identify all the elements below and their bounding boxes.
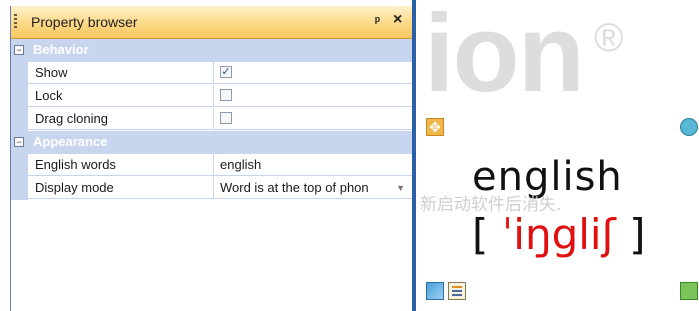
phonetic-open-bracket: [: [472, 210, 489, 259]
registered-mark: ®: [594, 16, 624, 60]
move-icon[interactable]: ✥: [426, 118, 444, 136]
lock-checkbox[interactable]: [220, 89, 232, 101]
phonetic-transcription[interactable]: [ ˈiŋgliʃ ]: [472, 210, 645, 259]
show-checkbox[interactable]: ✓: [220, 66, 232, 78]
display-mode-value: Word is at the top of phon: [220, 180, 369, 195]
close-icon[interactable]: ×: [393, 11, 402, 29]
pin-icon[interactable]: ᵖ: [375, 13, 380, 28]
property-row-display-mode[interactable]: Display mode Word is at the top of phon …: [11, 177, 413, 200]
collapse-icon[interactable]: −: [14, 45, 24, 55]
phonetic-symbols: ˈiŋgliʃ: [501, 210, 616, 259]
resize-icon[interactable]: [680, 282, 698, 300]
property-grid: − Behavior Show ✓ Lock Drag cloning − Ap…: [11, 39, 413, 200]
property-browser-panel: Property browser ᵖ × − Behavior Show ✓ L…: [10, 6, 414, 311]
background-logo-text: ion: [424, 0, 585, 115]
property-name: Drag cloning: [28, 108, 214, 130]
phonetic-close-bracket: ]: [629, 210, 646, 259]
property-row-show[interactable]: Show ✓: [11, 62, 413, 85]
property-row-lock[interactable]: Lock: [11, 85, 413, 108]
category-label: Appearance: [33, 134, 108, 149]
english-words-input[interactable]: english: [214, 154, 413, 176]
property-value: [214, 85, 413, 107]
property-value: ✓: [214, 62, 413, 84]
property-name: English words: [28, 154, 214, 176]
picture-edit-icon[interactable]: [426, 282, 444, 300]
panel-title: Property browser: [31, 14, 138, 30]
preview-canvas: ion ® ✥ english 新启动软件后消失. [ ˈiŋgliʃ ]: [416, 0, 699, 311]
property-row-english-words[interactable]: English words english: [11, 154, 413, 177]
grip-handle[interactable]: [14, 14, 17, 30]
drag-cloning-checkbox[interactable]: [220, 112, 232, 124]
property-name: Display mode: [28, 177, 214, 199]
display-mode-dropdown[interactable]: Word is at the top of phon ▼: [214, 177, 413, 199]
category-behavior[interactable]: − Behavior: [11, 39, 413, 62]
property-value: [214, 108, 413, 130]
property-row-drag-cloning[interactable]: Drag cloning: [11, 108, 413, 131]
notes-edit-icon[interactable]: [448, 282, 466, 300]
collapse-icon[interactable]: −: [14, 137, 24, 147]
category-appearance[interactable]: − Appearance: [11, 131, 413, 154]
property-name: Lock: [28, 85, 214, 107]
property-name: Show: [28, 62, 214, 84]
category-label: Behavior: [33, 42, 89, 57]
rotate-icon[interactable]: [680, 118, 698, 136]
property-browser-titlebar[interactable]: Property browser ᵖ ×: [11, 6, 413, 39]
chevron-down-icon[interactable]: ▼: [396, 177, 405, 198]
